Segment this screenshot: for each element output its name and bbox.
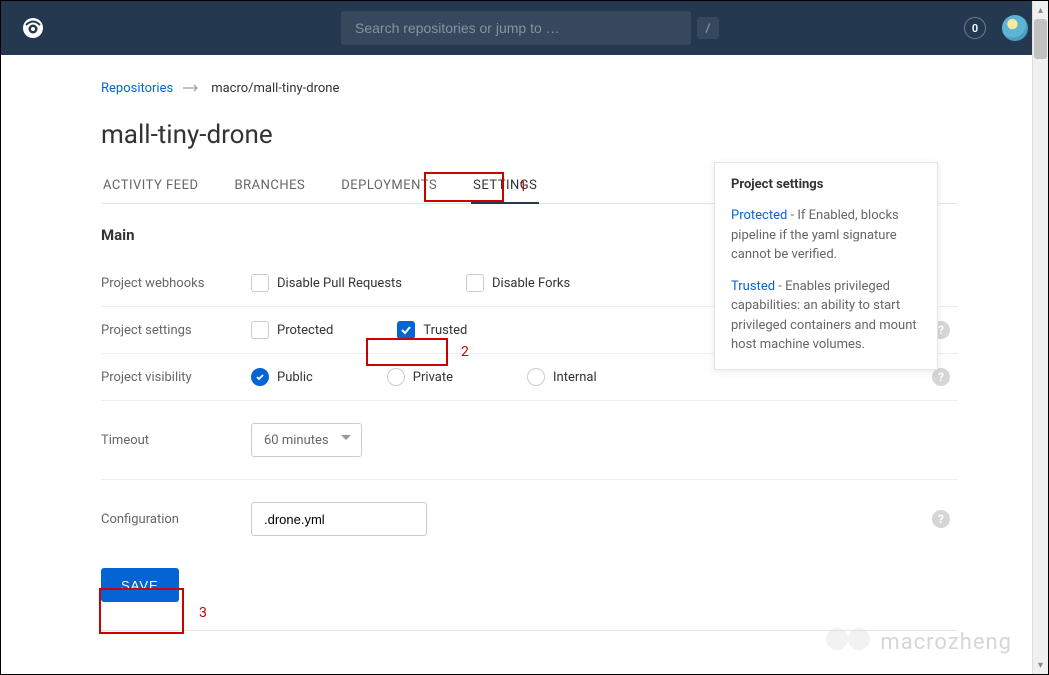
watermark: macrozheng — [826, 628, 1012, 656]
checkbox-label: Trusted — [423, 323, 467, 338]
watermark-text: macrozheng — [880, 630, 1012, 655]
radio-icon — [387, 368, 405, 386]
search-wrap: / — [341, 11, 691, 45]
user-avatar[interactable] — [1002, 15, 1028, 41]
label-configuration: Configuration — [101, 512, 251, 527]
checkbox-icon — [251, 321, 269, 339]
breadcrumb-current: macro/mall-tiny-drone — [211, 81, 339, 96]
radio-label: Private — [413, 370, 453, 385]
notifications-badge[interactable]: 0 — [964, 17, 986, 39]
search-input[interactable] — [341, 11, 691, 45]
radio-label: Public — [277, 370, 313, 385]
label-project-settings: Project settings — [101, 323, 251, 338]
topbar-right: 0 — [964, 15, 1028, 41]
scrollbar-up-icon[interactable]: ▴ — [1033, 1, 1048, 19]
save-button[interactable]: SAVE — [101, 568, 179, 602]
row-configuration: Configuration ? — [101, 480, 958, 558]
breadcrumb: Repositories macro/mall-tiny-drone — [101, 81, 958, 96]
page-title: mall-tiny-drone — [101, 120, 958, 150]
help-icon[interactable]: ? — [932, 368, 950, 386]
radio-checked-icon — [251, 368, 269, 386]
radio-private[interactable]: Private — [387, 368, 453, 386]
label-timeout: Timeout — [101, 433, 251, 448]
checkbox-label: Disable Pull Requests — [277, 276, 402, 291]
radio-icon — [527, 368, 545, 386]
radio-public[interactable]: Public — [251, 368, 313, 386]
checkbox-checked-icon — [397, 321, 415, 339]
tab-branches[interactable]: BRANCHES — [233, 172, 308, 203]
project-settings-tooltip: Project settings Protected - If Enabled,… — [714, 162, 938, 370]
tab-activity-feed[interactable]: ACTIVITY FEED — [101, 172, 201, 203]
annotation-label-1: 1 — [519, 179, 527, 195]
label-project-visibility: Project visibility — [101, 370, 251, 385]
drone-logo[interactable] — [21, 16, 45, 40]
search-shortcut-key: / — [697, 17, 719, 39]
radio-internal[interactable]: Internal — [527, 368, 597, 386]
tab-deployments[interactable]: DEPLOYMENTS — [339, 172, 439, 203]
scrollbar[interactable]: ▴ ▾ — [1032, 1, 1048, 674]
tab-settings[interactable]: SETTINGS — [471, 172, 539, 203]
timeout-select[interactable]: 60 minutes — [251, 423, 362, 457]
breadcrumb-root[interactable]: Repositories — [101, 81, 173, 96]
checkbox-disable-forks[interactable]: Disable Forks — [466, 274, 570, 292]
checkbox-icon — [251, 274, 269, 292]
tooltip-link-trusted[interactable]: Trusted — [731, 279, 775, 294]
help-icon[interactable]: ? — [932, 510, 950, 528]
tooltip-link-protected[interactable]: Protected — [731, 208, 787, 223]
checkbox-icon — [466, 274, 484, 292]
annotation-label-2: 2 — [461, 344, 469, 360]
chevron-right-icon — [183, 81, 201, 96]
radio-label: Internal — [553, 370, 597, 385]
row-timeout: Timeout 60 minutes — [101, 401, 958, 480]
configuration-input[interactable] — [251, 502, 427, 536]
checkbox-trusted[interactable]: Trusted — [397, 321, 467, 339]
top-bar: / 0 — [1, 1, 1048, 55]
checkbox-label: Protected — [277, 323, 333, 338]
watermark-icon — [826, 628, 870, 656]
label-project-webhooks: Project webhooks — [101, 276, 251, 291]
checkbox-label: Disable Forks — [492, 276, 570, 291]
scrollbar-thumb[interactable] — [1034, 19, 1047, 59]
tooltip-title: Project settings — [731, 177, 921, 192]
annotation-label-3: 3 — [199, 605, 207, 621]
checkbox-protected[interactable]: Protected — [251, 321, 333, 339]
scrollbar-down-icon[interactable]: ▾ — [1033, 656, 1048, 674]
checkbox-disable-pull-requests[interactable]: Disable Pull Requests — [251, 274, 402, 292]
